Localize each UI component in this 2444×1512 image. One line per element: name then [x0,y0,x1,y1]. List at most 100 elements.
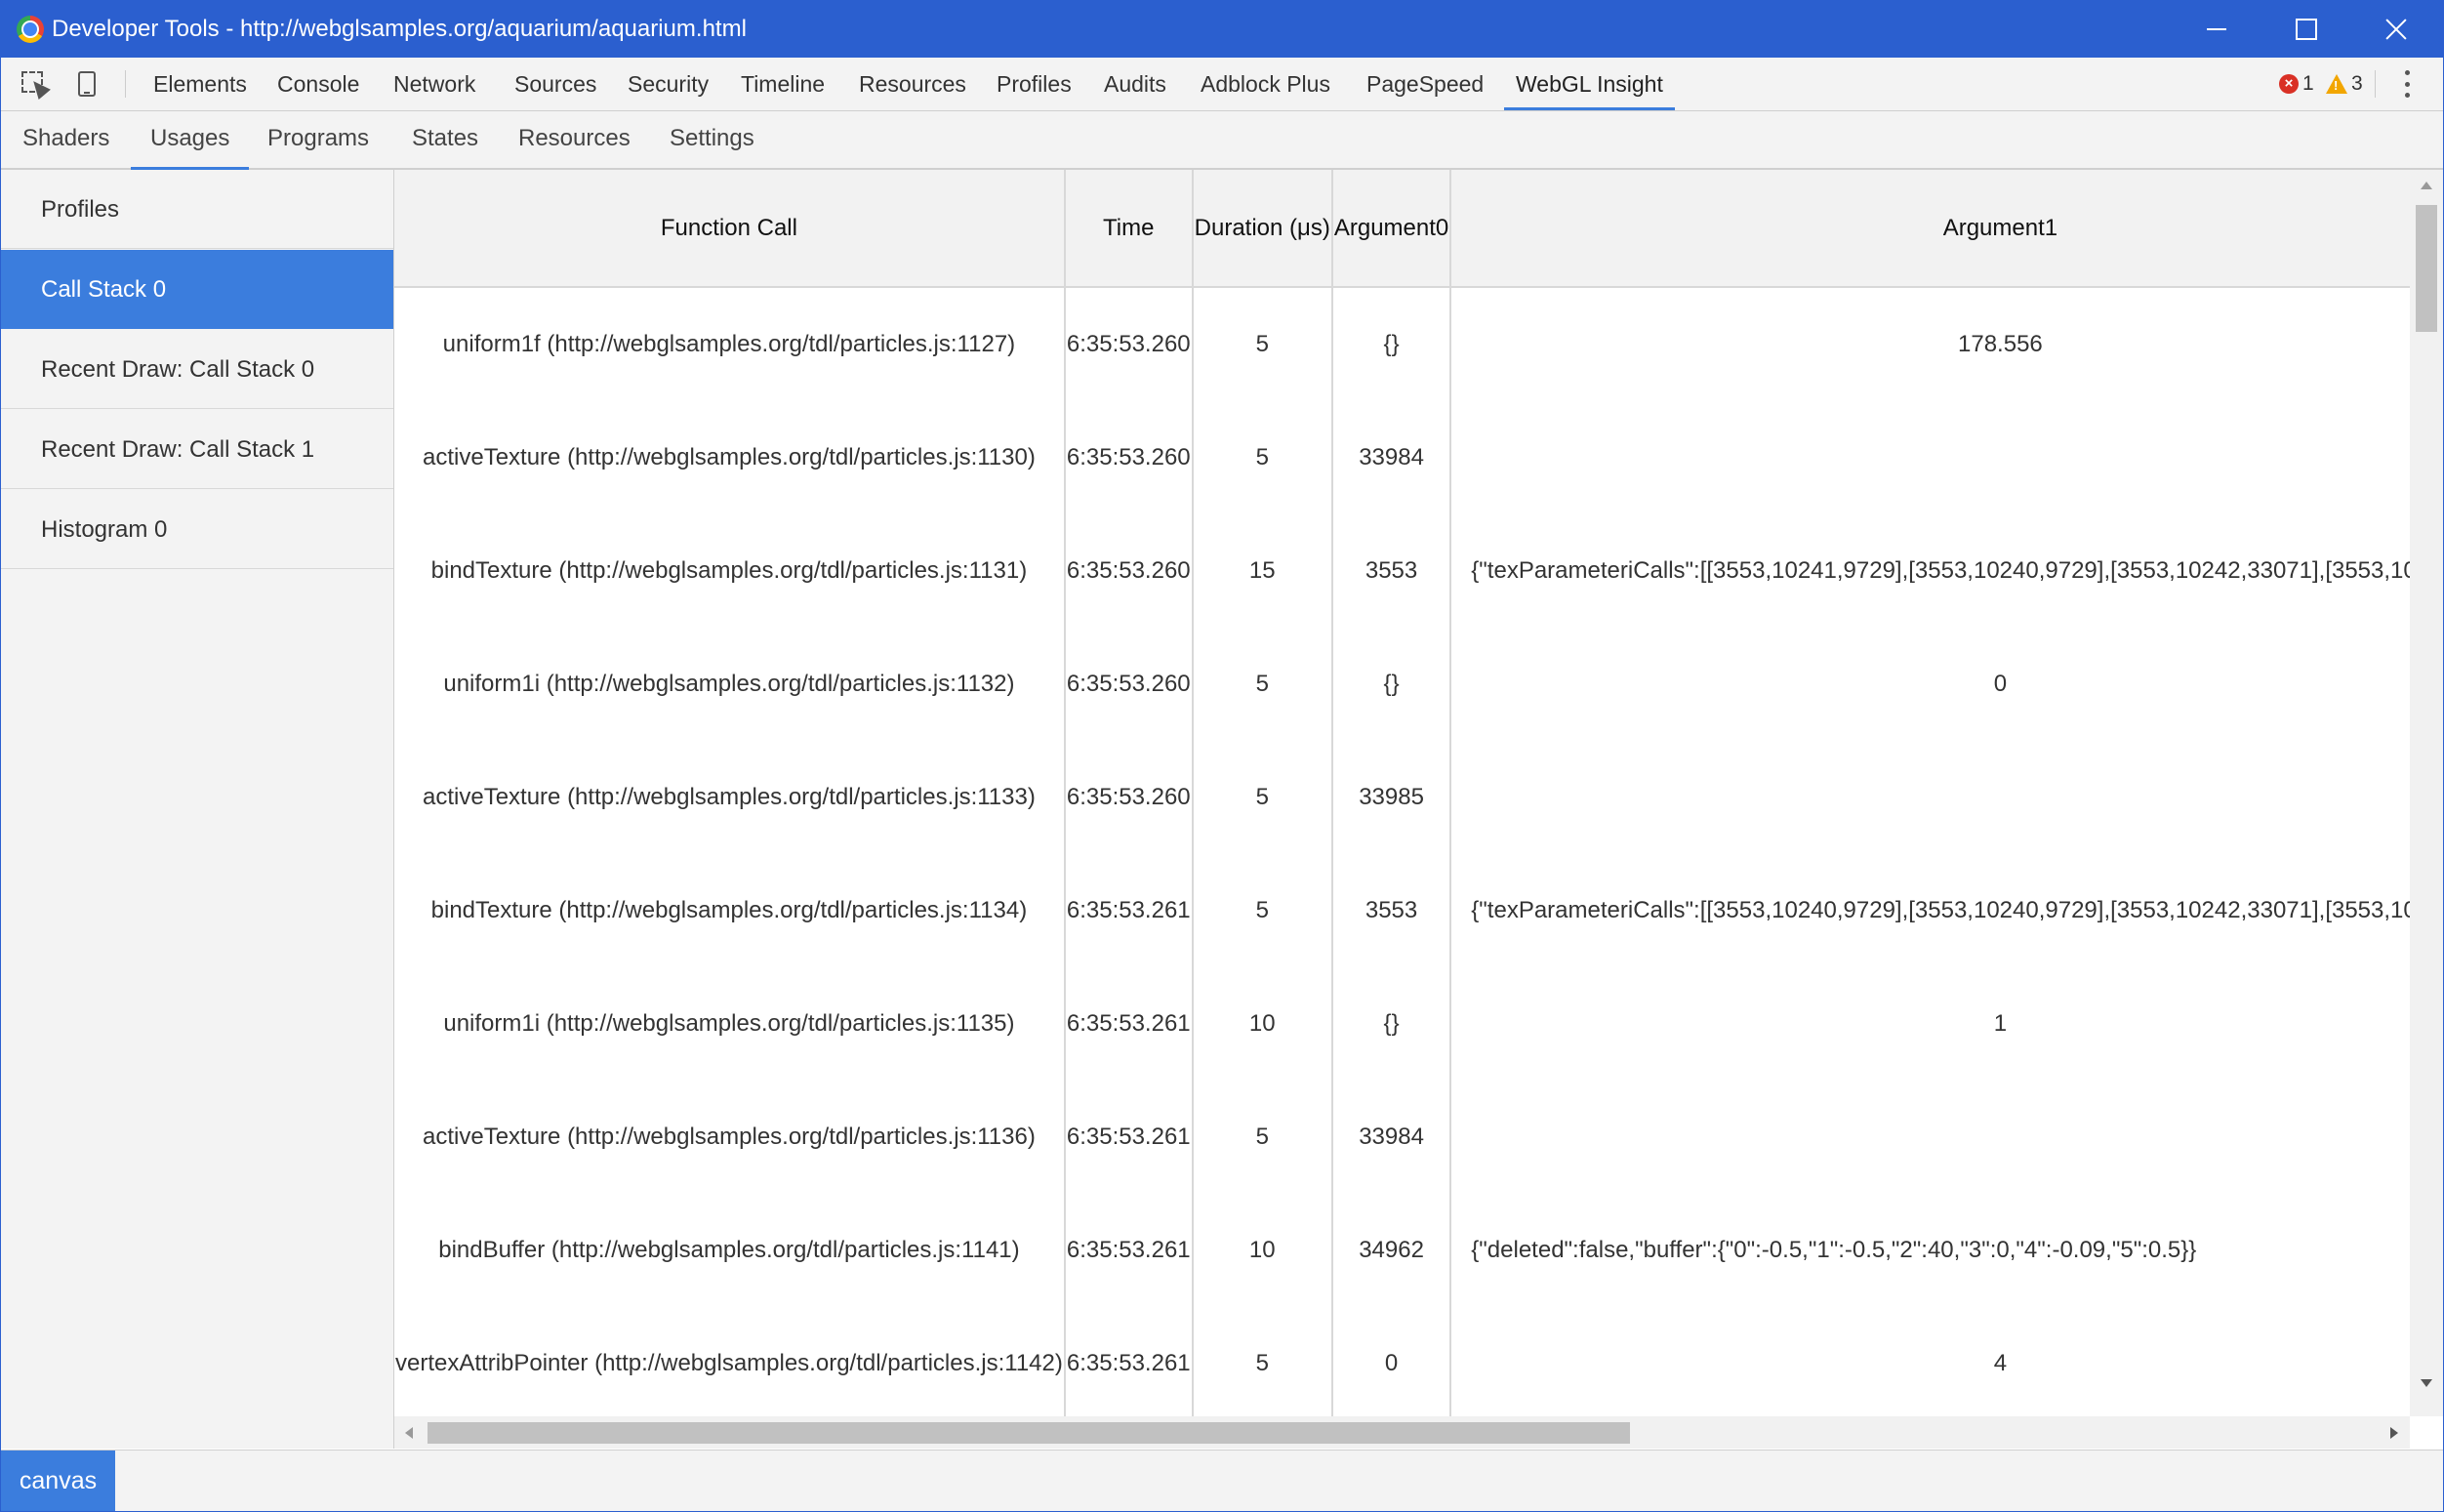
column-header-argument0[interactable]: Argument0 [1331,170,1452,288]
title-bar: Developer Tools - http://webglsamples.or… [1,1,2443,58]
table-row[interactable]: activeTexture (http://webglsamples.org/t… [394,741,2410,854]
table-row[interactable]: uniform1i (http://webglsamples.org/tdl/p… [394,628,2410,741]
tab-network[interactable]: Network [393,58,475,110]
cell-argument1: 4 [1450,1307,2410,1416]
bottom-bar: canvas [1,1450,2443,1511]
tab-timeline[interactable]: Timeline [741,58,825,110]
table-row[interactable]: bindBuffer (http://webglsamples.org/tdl/… [394,1194,2410,1307]
warning-count[interactable]: ! 3 [2326,72,2363,96]
tab-security[interactable]: Security [628,58,709,110]
vertical-scroll-thumb[interactable] [2416,205,2437,332]
table-row[interactable]: vertexAttribPointer (http://webglsamples… [394,1307,2410,1416]
column-header-function-call[interactable]: Function Call [394,170,1066,288]
cell-time: 6:35:53.260 [1064,741,1194,854]
error-count-value: 1 [2302,72,2314,95]
sidebar-item-profiles[interactable]: Profiles [1,170,393,249]
cell-argument1: 0 [1450,628,2410,741]
cell-function-call: bindTexture (http://webglsamples.org/tdl… [394,854,1066,967]
tab-elements[interactable]: Elements [153,58,247,110]
maximize-button[interactable] [2261,1,2351,58]
tab-sources[interactable]: Sources [514,58,596,110]
column-header-duration[interactable]: Duration (μs) [1192,170,1333,288]
subtab-shaders[interactable]: Shaders [22,111,109,168]
cell-duration: 5 [1192,1307,1333,1416]
cell-time: 6:35:53.261 [1064,1081,1194,1194]
inspect-element-button[interactable] [10,58,59,110]
close-icon [2384,18,2408,41]
vertical-scrollbar[interactable] [2410,170,2443,1416]
table-row[interactable]: activeTexture (http://webglsamples.org/t… [394,1081,2410,1194]
cell-argument0: {} [1331,287,1452,401]
cell-argument1 [1450,741,2410,854]
usages-table-container[interactable]: Function Call Time Duration (μs) Argumen… [394,170,2410,1416]
device-mode-button[interactable] [62,58,111,110]
warning-count-value: 3 [2351,72,2363,95]
scroll-up-icon[interactable] [2421,182,2432,189]
cell-duration: 5 [1192,741,1333,854]
table-row[interactable]: uniform1i (http://webglsamples.org/tdl/p… [394,967,2410,1081]
column-header-argument1[interactable]: Argument1 [1450,170,2410,288]
tab-pagespeed[interactable]: PageSpeed [1366,58,1484,110]
cell-argument0: 33984 [1331,401,1452,514]
column-header-time[interactable]: Time [1064,170,1194,288]
table-row[interactable]: bindTexture (http://webglsamples.org/tdl… [394,514,2410,628]
tab-profiles[interactable]: Profiles [997,58,1072,110]
tab-console[interactable]: Console [277,58,359,110]
cell-time: 6:35:53.260 [1064,628,1194,741]
canvas-tab[interactable]: canvas [1,1451,115,1511]
toolbar-divider [2375,70,2376,98]
subtab-programs[interactable]: Programs [267,111,369,168]
tab-adblock-plus[interactable]: Adblock Plus [1201,58,1330,110]
scroll-left-icon[interactable] [405,1427,413,1439]
warning-icon: ! [2326,74,2347,94]
table-header-row: Function Call Time Duration (μs) Argumen… [394,170,2410,288]
cell-function-call: activeTexture (http://webglsamples.org/t… [394,1081,1066,1194]
cell-duration: 5 [1192,628,1333,741]
minimize-button[interactable] [2172,1,2261,58]
sidebar-item-call-stack-0[interactable]: Call Stack 0 [1,250,393,329]
table-row[interactable]: uniform1f (http://webglsamples.org/tdl/p… [394,287,2410,401]
table-row[interactable]: activeTexture (http://webglsamples.org/t… [394,401,2410,514]
sidebar: Profiles Call Stack 0 Recent Draw: Call … [1,170,394,1449]
toolbar-divider [125,70,126,98]
subtab-settings[interactable]: Settings [670,111,754,168]
subtab-states[interactable]: States [412,111,478,168]
cell-argument1: {"deleted":false,"buffer":{"0":-0.5,"1":… [1450,1194,2410,1307]
usages-table: Function Call Time Duration (μs) Argumen… [394,170,2410,1416]
cell-argument1: {"texParameteriCalls":[[3553,10240,9729]… [1450,854,2410,967]
cell-function-call: uniform1f (http://webglsamples.org/tdl/p… [394,287,1066,401]
cell-argument1 [1450,1081,2410,1194]
cell-function-call: bindBuffer (http://webglsamples.org/tdl/… [394,1194,1066,1307]
close-button[interactable] [2351,1,2441,58]
cell-argument0: 33984 [1331,1081,1452,1194]
subtab-resources[interactable]: Resources [518,111,631,168]
cell-argument1: 1 [1450,967,2410,1081]
window-title: Developer Tools - http://webglsamples.or… [52,16,747,42]
cell-time: 6:35:53.261 [1064,1194,1194,1307]
subtab-usages[interactable]: Usages [130,111,250,170]
cell-time: 6:35:53.260 [1064,287,1194,401]
cell-argument1 [1450,401,2410,514]
tab-webgl-insight[interactable]: WebGL Insight [1504,58,1675,110]
cell-function-call: activeTexture (http://webglsamples.org/t… [394,401,1066,514]
tab-audits[interactable]: Audits [1104,58,1166,110]
tab-resources[interactable]: Resources [859,58,966,110]
scroll-down-icon[interactable] [2421,1379,2432,1387]
cell-time: 6:35:53.261 [1064,1307,1194,1416]
cell-function-call: vertexAttribPointer (http://webglsamples… [394,1307,1066,1416]
maximize-icon [2296,19,2317,40]
table-row[interactable]: bindTexture (http://webglsamples.org/tdl… [394,854,2410,967]
sidebar-item-recent-draw-1[interactable]: Recent Draw: Call Stack 1 [1,410,393,489]
scroll-right-icon[interactable] [2390,1427,2398,1439]
inspect-icon [21,71,51,101]
device-icon [78,71,96,97]
horizontal-scroll-thumb[interactable] [428,1422,1630,1444]
sidebar-item-recent-draw-0[interactable]: Recent Draw: Call Stack 0 [1,330,393,409]
cell-argument0: 0 [1331,1307,1452,1416]
horizontal-scrollbar[interactable] [394,1416,2410,1449]
error-count[interactable]: × 1 [2279,72,2314,96]
more-options-icon[interactable] [2402,70,2412,98]
sidebar-item-histogram-0[interactable]: Histogram 0 [1,490,393,569]
cell-time: 6:35:53.260 [1064,514,1194,628]
cell-argument0: {} [1331,967,1452,1081]
